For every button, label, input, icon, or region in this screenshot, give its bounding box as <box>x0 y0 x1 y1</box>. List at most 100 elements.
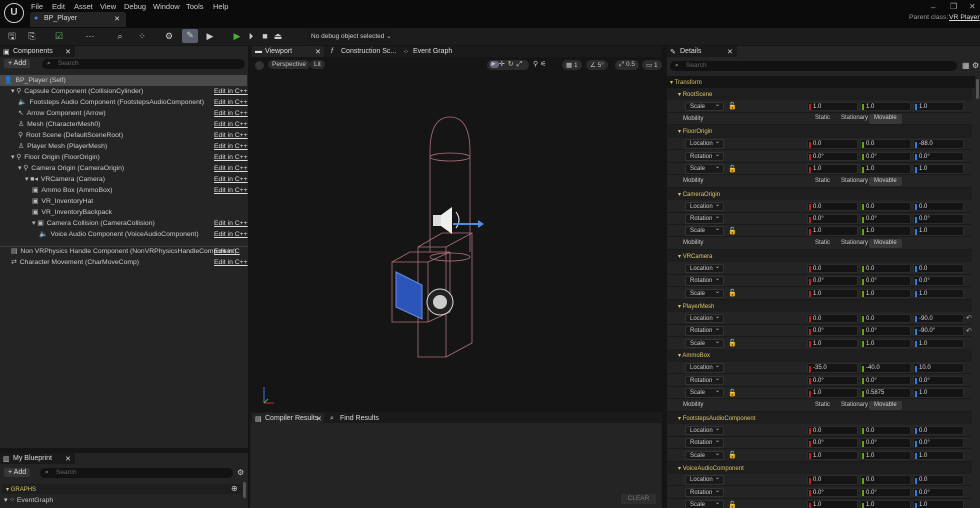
z-value-input[interactable]: 10.0 <box>913 363 964 373</box>
z-value-input[interactable]: 0.0° <box>913 151 964 162</box>
y-value-input[interactable]: 0.0° <box>860 276 911 286</box>
x-value-input[interactable]: 0.0 <box>807 313 858 324</box>
rotation-dropdown[interactable]: Rotation <box>685 213 724 224</box>
compile-icon[interactable]: ☑ <box>53 30 65 42</box>
component-tree-item[interactable]: ▣ VR_InventoryHat <box>0 196 247 207</box>
z-value-input[interactable]: 1.0 <box>913 164 964 174</box>
component-tree-item[interactable]: ▣ VR_InventoryBackpack <box>0 207 247 218</box>
z-value-input[interactable]: 0.0° <box>913 214 964 224</box>
section-header-floororigin[interactable]: ▾ FloorOrigin <box>667 125 972 138</box>
x-value-input[interactable]: 0.0° <box>807 438 858 448</box>
y-value-input[interactable]: 0.0° <box>860 326 911 336</box>
scale-dropdown[interactable]: Scale <box>685 387 724 398</box>
z-value-input[interactable]: 1.0 <box>913 101 964 112</box>
z-value-input[interactable]: -90.0° <box>913 326 964 336</box>
parent-class-link[interactable]: VR Player <box>949 14 980 21</box>
rotation-dropdown[interactable]: Rotation <box>685 437 724 448</box>
z-value-input[interactable]: 1.0 <box>913 226 964 236</box>
rotation-dropdown[interactable]: Rotation <box>685 325 724 336</box>
details-tab[interactable]: ✎ Details ✕ <box>667 46 737 57</box>
minimize-button[interactable]: – <box>931 3 935 12</box>
component-tree-item[interactable]: 🔈 Voice Audio Component (VoiceAudioCompon… <box>0 229 248 240</box>
location-dropdown[interactable]: Location <box>685 138 724 149</box>
menu-tools[interactable]: Tools <box>186 2 204 11</box>
z-value-input[interactable]: 0.0° <box>913 276 964 286</box>
section-header-vrcamera[interactable]: ▾ VRCamera <box>667 249 972 263</box>
scale-dropdown[interactable]: Scale <box>685 450 724 461</box>
z-value-input[interactable]: 0.0° <box>913 487 964 498</box>
z-value-input[interactable]: 1.0 <box>913 450 964 461</box>
z-value-input[interactable]: -88.0 <box>913 139 964 149</box>
eject-icon[interactable]: ⏏ <box>272 30 284 42</box>
my-blueprint-tab[interactable]: ▥ My Blueprint ✕ <box>0 453 75 464</box>
y-value-input[interactable]: 0.0 <box>860 263 911 274</box>
scale-dropdown[interactable]: Scale <box>685 101 724 112</box>
y-value-input[interactable]: 1.0 <box>860 101 911 112</box>
y-value-input[interactable]: 1.0 <box>860 164 911 174</box>
close-tab-icon[interactable]: ✕ <box>316 415 322 423</box>
components-tab[interactable]: ▣ Components ✕ <box>0 46 75 57</box>
unreal-logo-icon[interactable]: U <box>4 3 24 23</box>
close-window-button[interactable]: ✕ <box>969 2 976 11</box>
edit-in-cpp-link[interactable]: Edit in C++ <box>214 257 248 268</box>
x-value-input[interactable]: 1.0 <box>807 226 858 236</box>
clear-button[interactable]: CLEAR <box>621 494 656 504</box>
x-value-input[interactable]: 0.0° <box>807 487 858 498</box>
edit-in-cpp-link[interactable]: Edit in C++ <box>214 174 248 185</box>
x-value-input[interactable]: 0.0° <box>807 276 858 286</box>
add-graph-icon[interactable]: ⊕ <box>231 484 238 493</box>
step-icon[interactable]: ⏵ <box>245 30 257 42</box>
menu-view[interactable]: View <box>100 2 116 11</box>
mobility-static-button[interactable]: Static <box>810 114 835 124</box>
rotation-dropdown[interactable]: Rotation <box>685 487 724 498</box>
class-settings-gear-icon[interactable]: ⚙ <box>163 30 175 42</box>
x-value-input[interactable]: 1.0 <box>807 500 858 508</box>
component-tree-item[interactable]: ↖ Arrow Component (Arrow) Edit in C++ <box>0 108 248 119</box>
location-dropdown[interactable]: Location <box>685 263 724 274</box>
add-component-button[interactable]: + Add <box>4 59 31 68</box>
lock-icon[interactable]: 🔓 <box>728 389 737 397</box>
x-value-input[interactable]: 1.0 <box>807 288 858 299</box>
x-value-input[interactable]: 1.0 <box>807 164 858 174</box>
hide-connections-icon[interactable]: ⁘ <box>136 30 148 42</box>
rotation-dropdown[interactable]: Rotation <box>685 375 724 386</box>
mobility-stationary-button[interactable]: Stationary <box>836 239 873 249</box>
edit-in-cpp-link[interactable]: Edit in C++ <box>214 97 248 108</box>
y-value-input[interactable]: 1.0 <box>860 338 911 348</box>
mobility-stationary-button[interactable]: Stationary <box>836 177 873 187</box>
z-value-input[interactable]: 0.0 <box>913 263 964 274</box>
z-value-input[interactable]: 1.0 <box>913 288 964 299</box>
x-value-input[interactable]: -35.0 <box>807 363 858 373</box>
lock-icon[interactable]: 🔓 <box>728 289 737 297</box>
component-tree-item[interactable]: ▾ ⚲ Floor Origin (FloorOrigin) Edit in C++ <box>0 152 248 163</box>
section-header-rootscene[interactable]: ▾ RootScene <box>667 88 972 101</box>
details-scrollbar[interactable] <box>976 79 979 99</box>
x-value-input[interactable]: 0.0 <box>807 201 858 212</box>
reset-to-default-icon[interactable]: ↶ <box>966 314 972 322</box>
save-icon[interactable]: 🖫 <box>6 30 18 42</box>
tab-viewport[interactable]: ▬ Viewport ✕ <box>252 46 324 57</box>
location-dropdown[interactable]: Location <box>685 313 724 324</box>
tab-construction-script[interactable]: f Construction Sc... <box>328 46 398 57</box>
scale-dropdown[interactable]: Scale <box>685 499 724 508</box>
location-dropdown[interactable]: Location <box>685 425 724 436</box>
settings-gear-icon[interactable]: ⚙ <box>972 61 979 70</box>
z-value-input[interactable]: 0.0 <box>913 475 964 485</box>
location-dropdown[interactable]: Location <box>685 362 724 373</box>
menu-window[interactable]: Window <box>153 2 180 11</box>
x-value-input[interactable]: 0.0° <box>807 375 858 386</box>
property-matrix-icon[interactable]: ▦ <box>962 61 970 70</box>
play-button[interactable]: ▶ <box>231 30 243 42</box>
edit-in-cpp-link[interactable]: Edit in C++ <box>214 130 248 141</box>
menu-file[interactable]: File <box>31 2 43 11</box>
x-value-input[interactable]: 0.0° <box>807 214 858 224</box>
edit-in-cpp-link[interactable]: Edit in C <box>214 246 240 257</box>
browse-icon[interactable]: ⎘ <box>26 30 38 42</box>
component-tree-item[interactable]: ▤ Non VRPhysics Handle Component (NonVRPh… <box>0 246 247 257</box>
menu-help[interactable]: Help <box>213 2 228 11</box>
component-tree-item[interactable]: ▾ ⚲ Camera Origin (CameraOrigin) Edit in C… <box>0 163 248 174</box>
transform-category[interactable]: ▾ Transform <box>667 76 975 88</box>
x-value-input[interactable]: 0.0 <box>807 475 858 485</box>
mobility-movable-button[interactable]: Movable <box>869 238 902 249</box>
my-blueprint-search-input[interactable]: ⌕ Search <box>40 468 233 478</box>
